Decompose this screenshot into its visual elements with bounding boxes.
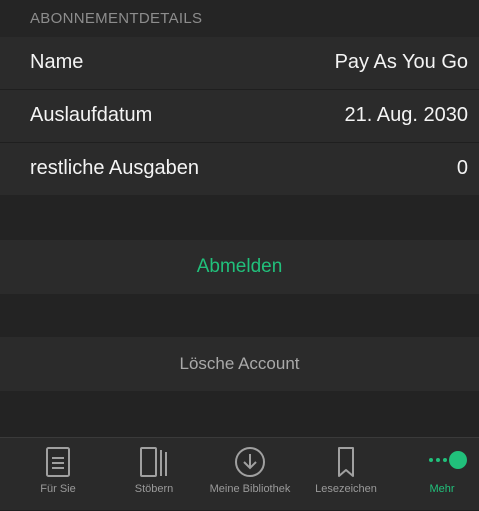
browse-icon xyxy=(106,445,202,479)
delete-account-button[interactable]: Lösche Account xyxy=(0,337,479,391)
spacer xyxy=(0,195,479,240)
tab-label: Mehr xyxy=(429,483,455,495)
tab-bar: Für Sie Stöbern Meine Bibliothek Lesezei… xyxy=(0,437,479,510)
logout-button[interactable]: Abmelden xyxy=(0,240,479,294)
bookmark-icon xyxy=(298,445,394,479)
tab-stoebern[interactable]: Stöbern xyxy=(106,438,202,511)
section-header: ABONNEMENTDETAILS xyxy=(0,0,479,37)
tab-fuer-sie[interactable]: Für Sie xyxy=(10,438,106,511)
detail-row-name: Name Pay As You Go xyxy=(0,37,479,89)
detail-label: Auslaufdatum xyxy=(30,104,153,126)
detail-value: 21. Aug. 2030 xyxy=(344,104,468,126)
tab-mehr[interactable]: Mehr xyxy=(394,438,479,511)
detail-value: Pay As You Go xyxy=(334,51,468,73)
detail-row-expiry: Auslaufdatum 21. Aug. 2030 xyxy=(0,90,479,142)
detail-row-remaining: restliche Ausgaben 0 xyxy=(0,143,479,195)
spacer xyxy=(0,391,479,437)
delete-account-label: Lösche Account xyxy=(179,354,300,373)
tab-label: Stöbern xyxy=(134,483,174,495)
tab-lesezeichen[interactable]: Lesezeichen xyxy=(298,438,394,511)
tab-label: Für Sie xyxy=(40,483,76,495)
detail-value: 0 xyxy=(456,157,468,179)
tab-label: Lesezeichen xyxy=(315,483,377,495)
detail-label: Name xyxy=(30,51,84,73)
tab-meine-bibliothek[interactable]: Meine Bibliothek xyxy=(202,438,298,511)
more-icon xyxy=(394,445,479,479)
section-title: ABONNEMENTDETAILS xyxy=(30,10,203,27)
document-icon xyxy=(10,445,106,479)
tab-label: Meine Bibliothek xyxy=(209,483,291,495)
spacer xyxy=(0,294,479,337)
download-icon xyxy=(202,445,298,479)
detail-label: restliche Ausgaben xyxy=(30,157,200,179)
logout-label: Abmelden xyxy=(196,256,283,277)
